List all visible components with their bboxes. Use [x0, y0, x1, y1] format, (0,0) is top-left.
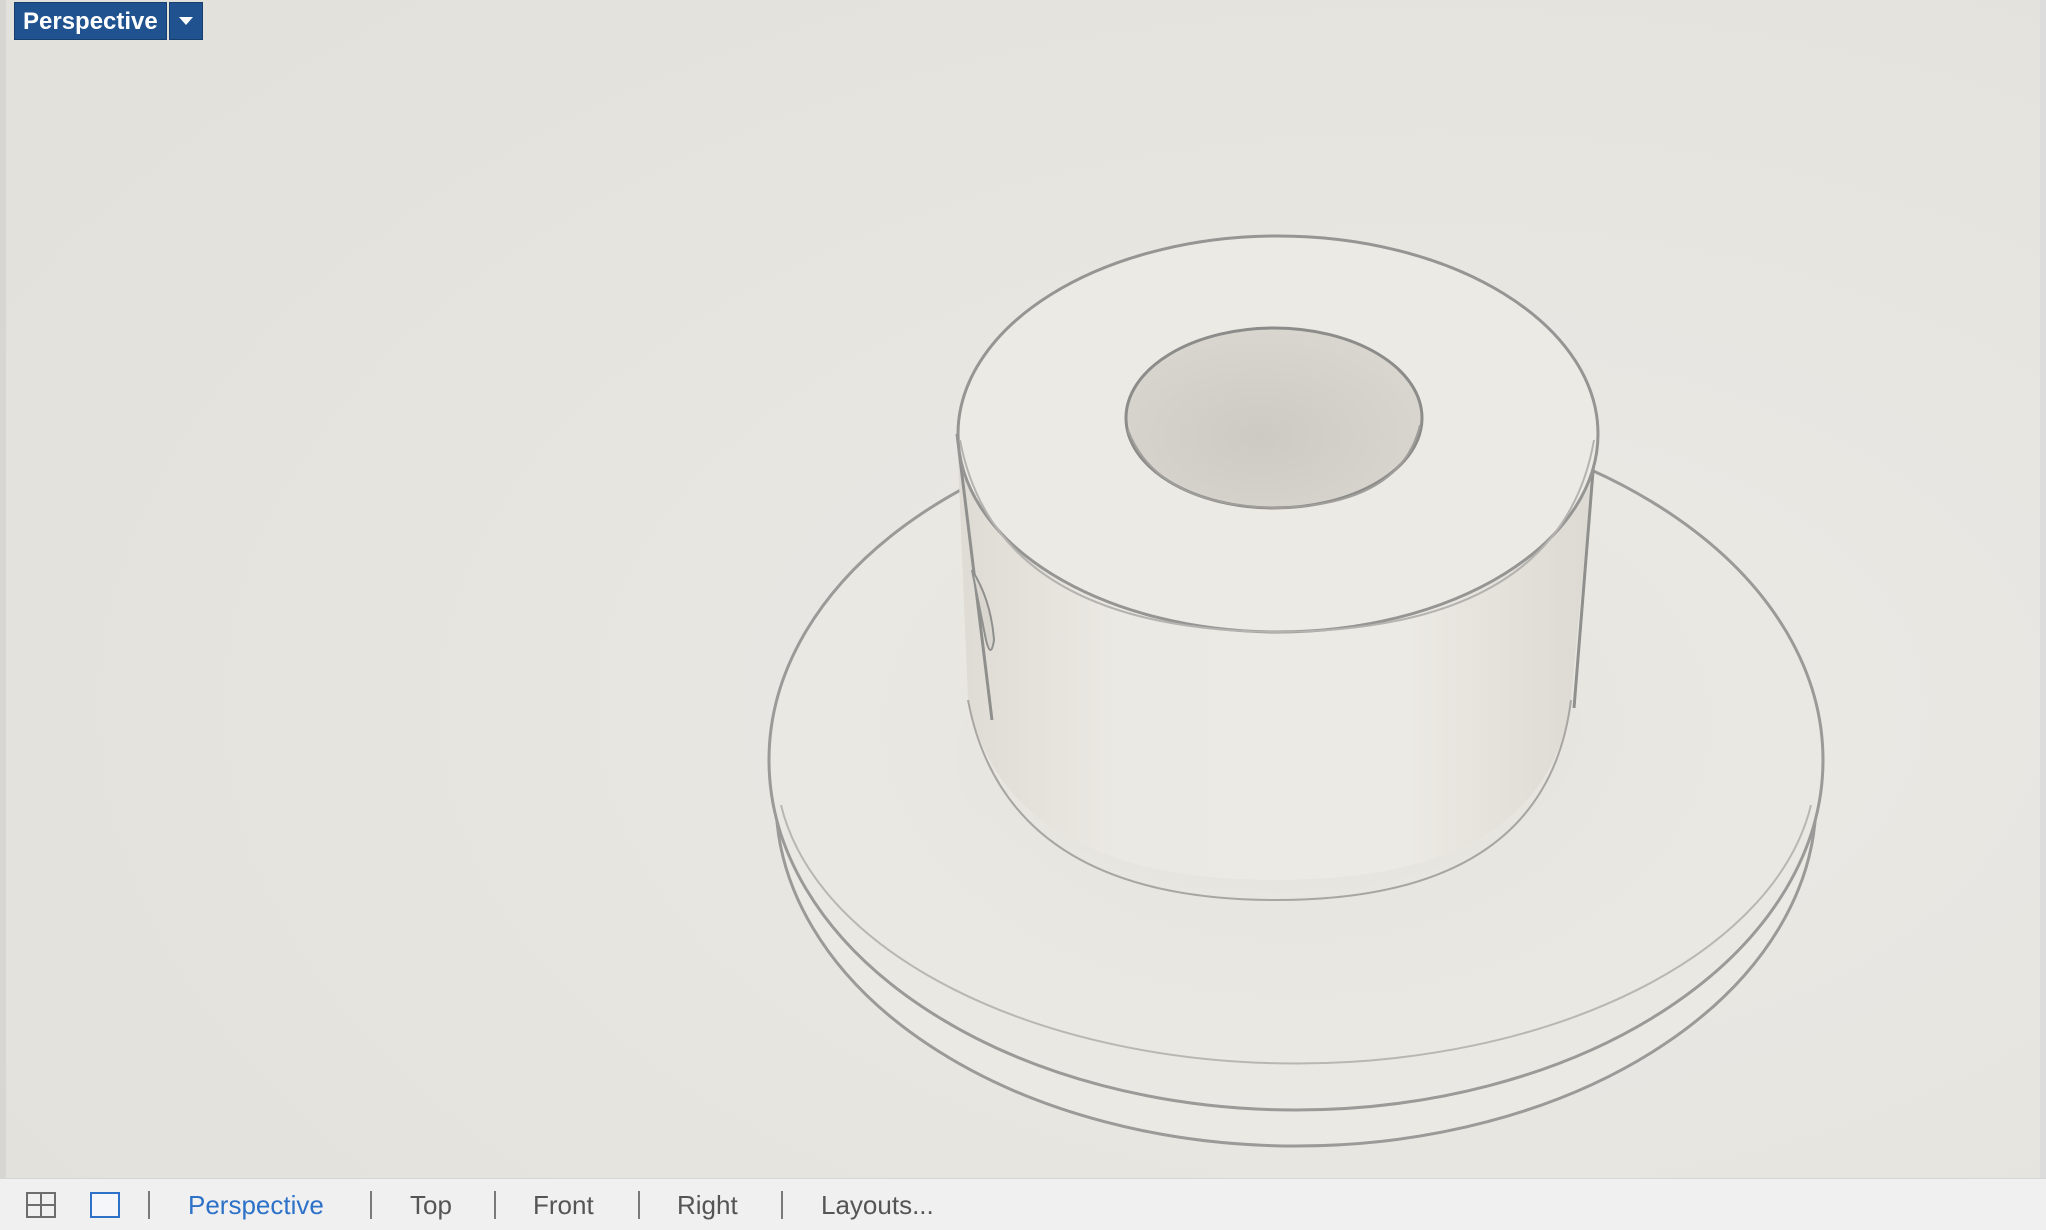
viewport-title-menu: Perspective — [14, 2, 203, 40]
tab-perspective[interactable]: Perspective — [188, 1179, 324, 1230]
four-viewports-icon[interactable] — [26, 1192, 56, 1223]
rhino-viewport-window: Perspective Perspective Top Front Right — [0, 0, 2046, 1230]
tab-separator — [494, 1191, 496, 1219]
tab-separator — [370, 1191, 372, 1219]
tab-separator — [148, 1191, 150, 1219]
tab-top[interactable]: Top — [410, 1179, 452, 1230]
single-viewport-icon[interactable] — [90, 1192, 120, 1223]
cylinder-body[interactable] — [955, 234, 1600, 902]
tab-right[interactable]: Right — [677, 1179, 738, 1230]
viewport-title-button[interactable]: Perspective — [14, 2, 167, 40]
viewport-tab-bar: Perspective Top Front Right Layouts... — [0, 1178, 2046, 1230]
tab-separator — [638, 1191, 640, 1219]
chevron-down-icon — [178, 17, 193, 25]
tab-layouts[interactable]: Layouts... — [821, 1179, 934, 1230]
model-canvas[interactable] — [6, 0, 2040, 1178]
tab-separator — [781, 1191, 783, 1219]
perspective-viewport[interactable]: Perspective — [6, 0, 2040, 1178]
viewport-dropdown-button[interactable] — [168, 2, 203, 40]
right-edge-strip — [2040, 0, 2046, 1178]
tab-front[interactable]: Front — [533, 1179, 594, 1230]
